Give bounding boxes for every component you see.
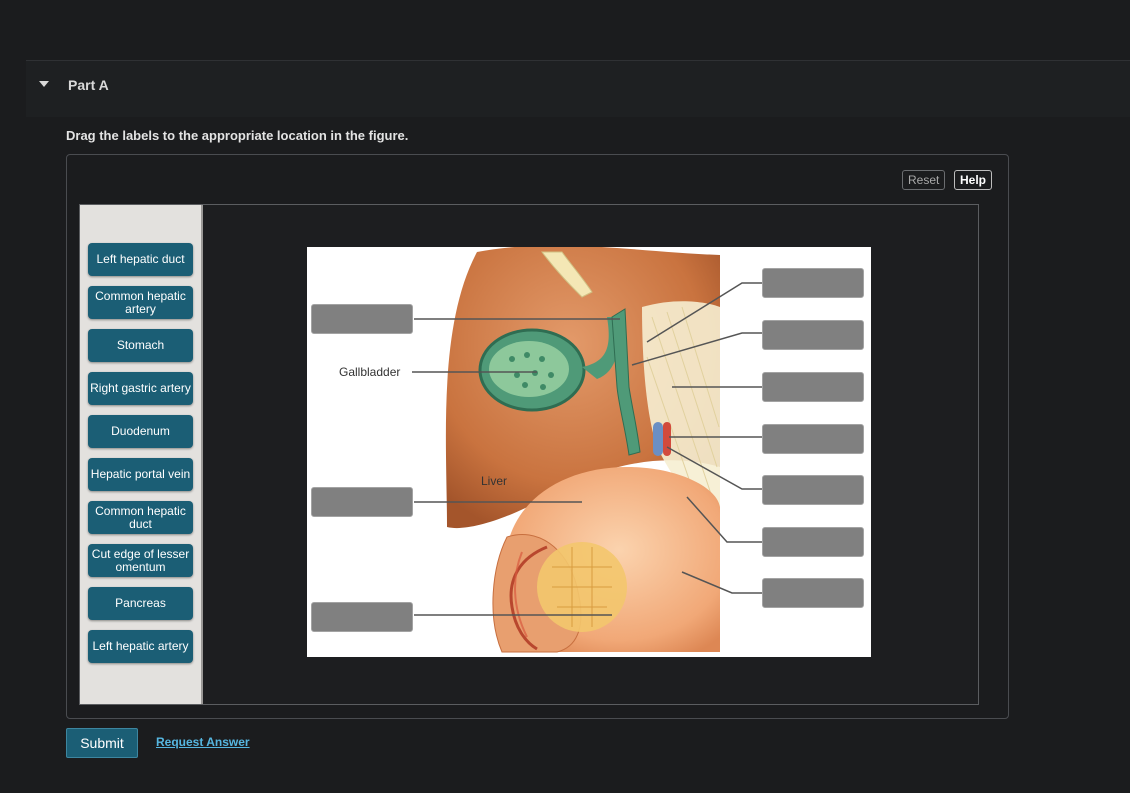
instruction-text: Drag the labels to the appropriate locat… bbox=[66, 128, 409, 143]
label-chip-common-hepatic-artery[interactable]: Common hepatic artery bbox=[88, 286, 193, 319]
label-chip-stomach[interactable]: Stomach bbox=[88, 329, 193, 362]
drop-target[interactable] bbox=[311, 487, 413, 517]
label-chip-right-gastric-artery[interactable]: Right gastric artery bbox=[88, 372, 193, 405]
drop-target[interactable] bbox=[311, 602, 413, 632]
drop-target[interactable] bbox=[762, 424, 864, 454]
drop-target[interactable] bbox=[311, 304, 413, 334]
submit-button[interactable]: Submit bbox=[66, 728, 138, 758]
label-chip-hepatic-portal-vein[interactable]: Hepatic portal vein bbox=[88, 458, 193, 491]
label-bank: Left hepatic duct Common hepatic artery … bbox=[80, 205, 203, 704]
part-title: Part A bbox=[68, 77, 109, 93]
drop-target[interactable] bbox=[762, 268, 864, 298]
label-chip-left-hepatic-duct[interactable]: Left hepatic duct bbox=[88, 243, 193, 276]
liver-label: Liver bbox=[481, 474, 508, 488]
label-chip-cut-edge-lesser-omentum[interactable]: Cut edge of lesser omentum bbox=[88, 544, 193, 577]
collapse-caret-icon[interactable] bbox=[39, 81, 49, 87]
label-chip-duodenum[interactable]: Duodenum bbox=[88, 415, 193, 448]
gallbladder-label: Gallbladder bbox=[339, 365, 401, 379]
anatomy-figure: Gallbladder Liver bbox=[307, 247, 871, 657]
reset-button[interactable]: Reset bbox=[902, 170, 946, 190]
part-a-header[interactable]: Part A bbox=[26, 60, 1130, 117]
drag-drop-workspace: Left hepatic duct Common hepatic artery … bbox=[79, 204, 979, 705]
drop-target[interactable] bbox=[762, 372, 864, 402]
label-chip-common-hepatic-duct[interactable]: Common hepatic duct bbox=[88, 501, 193, 534]
help-button[interactable]: Help bbox=[954, 170, 993, 190]
request-answer-link[interactable]: Request Answer bbox=[156, 735, 250, 749]
drop-target[interactable] bbox=[762, 475, 864, 505]
label-chip-left-hepatic-artery[interactable]: Left hepatic artery bbox=[88, 630, 193, 663]
drop-target[interactable] bbox=[762, 527, 864, 557]
labeling-panel: Reset Help Left hepatic duct Common hepa… bbox=[66, 154, 1009, 719]
drop-target[interactable] bbox=[762, 320, 864, 350]
drop-target[interactable] bbox=[762, 578, 864, 608]
label-chip-pancreas[interactable]: Pancreas bbox=[88, 587, 193, 620]
